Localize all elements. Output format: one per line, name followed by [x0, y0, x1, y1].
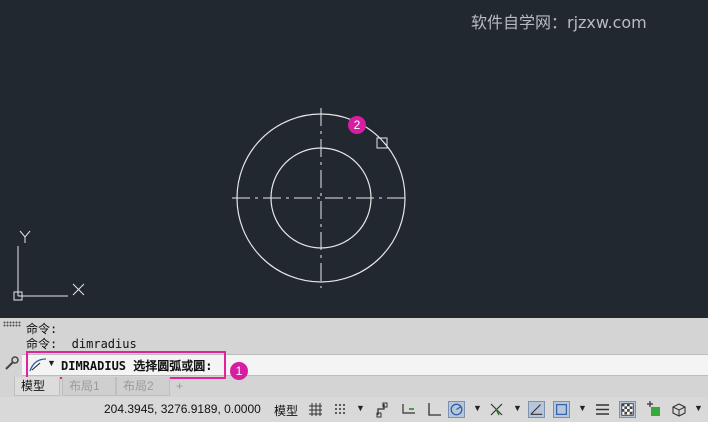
panel-grip-handle[interactable] [3, 321, 21, 327]
chevron-down-icon[interactable]: ▼ [578, 403, 587, 413]
tab-layout1[interactable]: 布局1 [62, 377, 116, 396]
history-line: 命令: dimradius [26, 337, 137, 351]
polar-icon[interactable] [448, 401, 465, 418]
step-badge-1: 1 [230, 362, 248, 380]
drawing-canvas[interactable]: 软件自学网：rjzxw.com 2 [0, 0, 708, 318]
chevron-down-icon[interactable]: ▼ [513, 403, 522, 413]
ortho-mode-icon[interactable] [425, 401, 442, 418]
command-history: 命令: 命令: dimradius [26, 322, 137, 352]
history-line: 命令: [26, 322, 58, 336]
dimradius-tool-icon[interactable] [28, 357, 48, 373]
grid-icon[interactable] [307, 401, 324, 418]
ucs-icon [13, 230, 85, 301]
workspace-icon[interactable] [670, 401, 687, 418]
model-space-button[interactable]: 模型 [274, 402, 298, 419]
lineweight-icon[interactable] [594, 401, 611, 418]
tab-layout2[interactable]: 布局2 [116, 377, 170, 396]
add-layout-button[interactable]: + [174, 377, 184, 395]
chevron-down-icon[interactable]: ▼ [694, 403, 703, 413]
snap-icon[interactable] [332, 401, 349, 418]
current-command-prompt: DIMRADIUS 选择圆弧或圆: [61, 359, 213, 373]
otrack-icon[interactable] [528, 401, 545, 418]
chevron-down-icon[interactable]: ▼ [47, 358, 56, 368]
dynamic-ucs-icon[interactable] [553, 401, 570, 418]
chevron-down-icon[interactable]: ▼ [356, 403, 365, 413]
coordinate-readout[interactable]: 204.3945, 3276.9189, 0.0000 [104, 402, 261, 416]
tab-model[interactable]: 模型 [14, 377, 60, 396]
transparency-icon[interactable] [619, 401, 636, 418]
osnap-icon[interactable] [488, 401, 505, 418]
infer-icon[interactable] [400, 401, 417, 418]
chevron-down-icon[interactable]: ▼ [473, 403, 482, 413]
status-bar: 204.3945, 3276.9189, 0.0000 模型 ▼ ▼ ▼ ▼ ▼ [0, 397, 708, 422]
cad-drawing[interactable] [0, 0, 708, 318]
annotation-icon[interactable] [645, 401, 662, 418]
step-badge-2: 2 [348, 116, 366, 134]
customize-wrench-icon[interactable] [3, 355, 21, 371]
ortho-icon[interactable] [375, 401, 392, 418]
command-input[interactable]: ▼ DIMRADIUS 选择圆弧或圆: [22, 351, 708, 379]
